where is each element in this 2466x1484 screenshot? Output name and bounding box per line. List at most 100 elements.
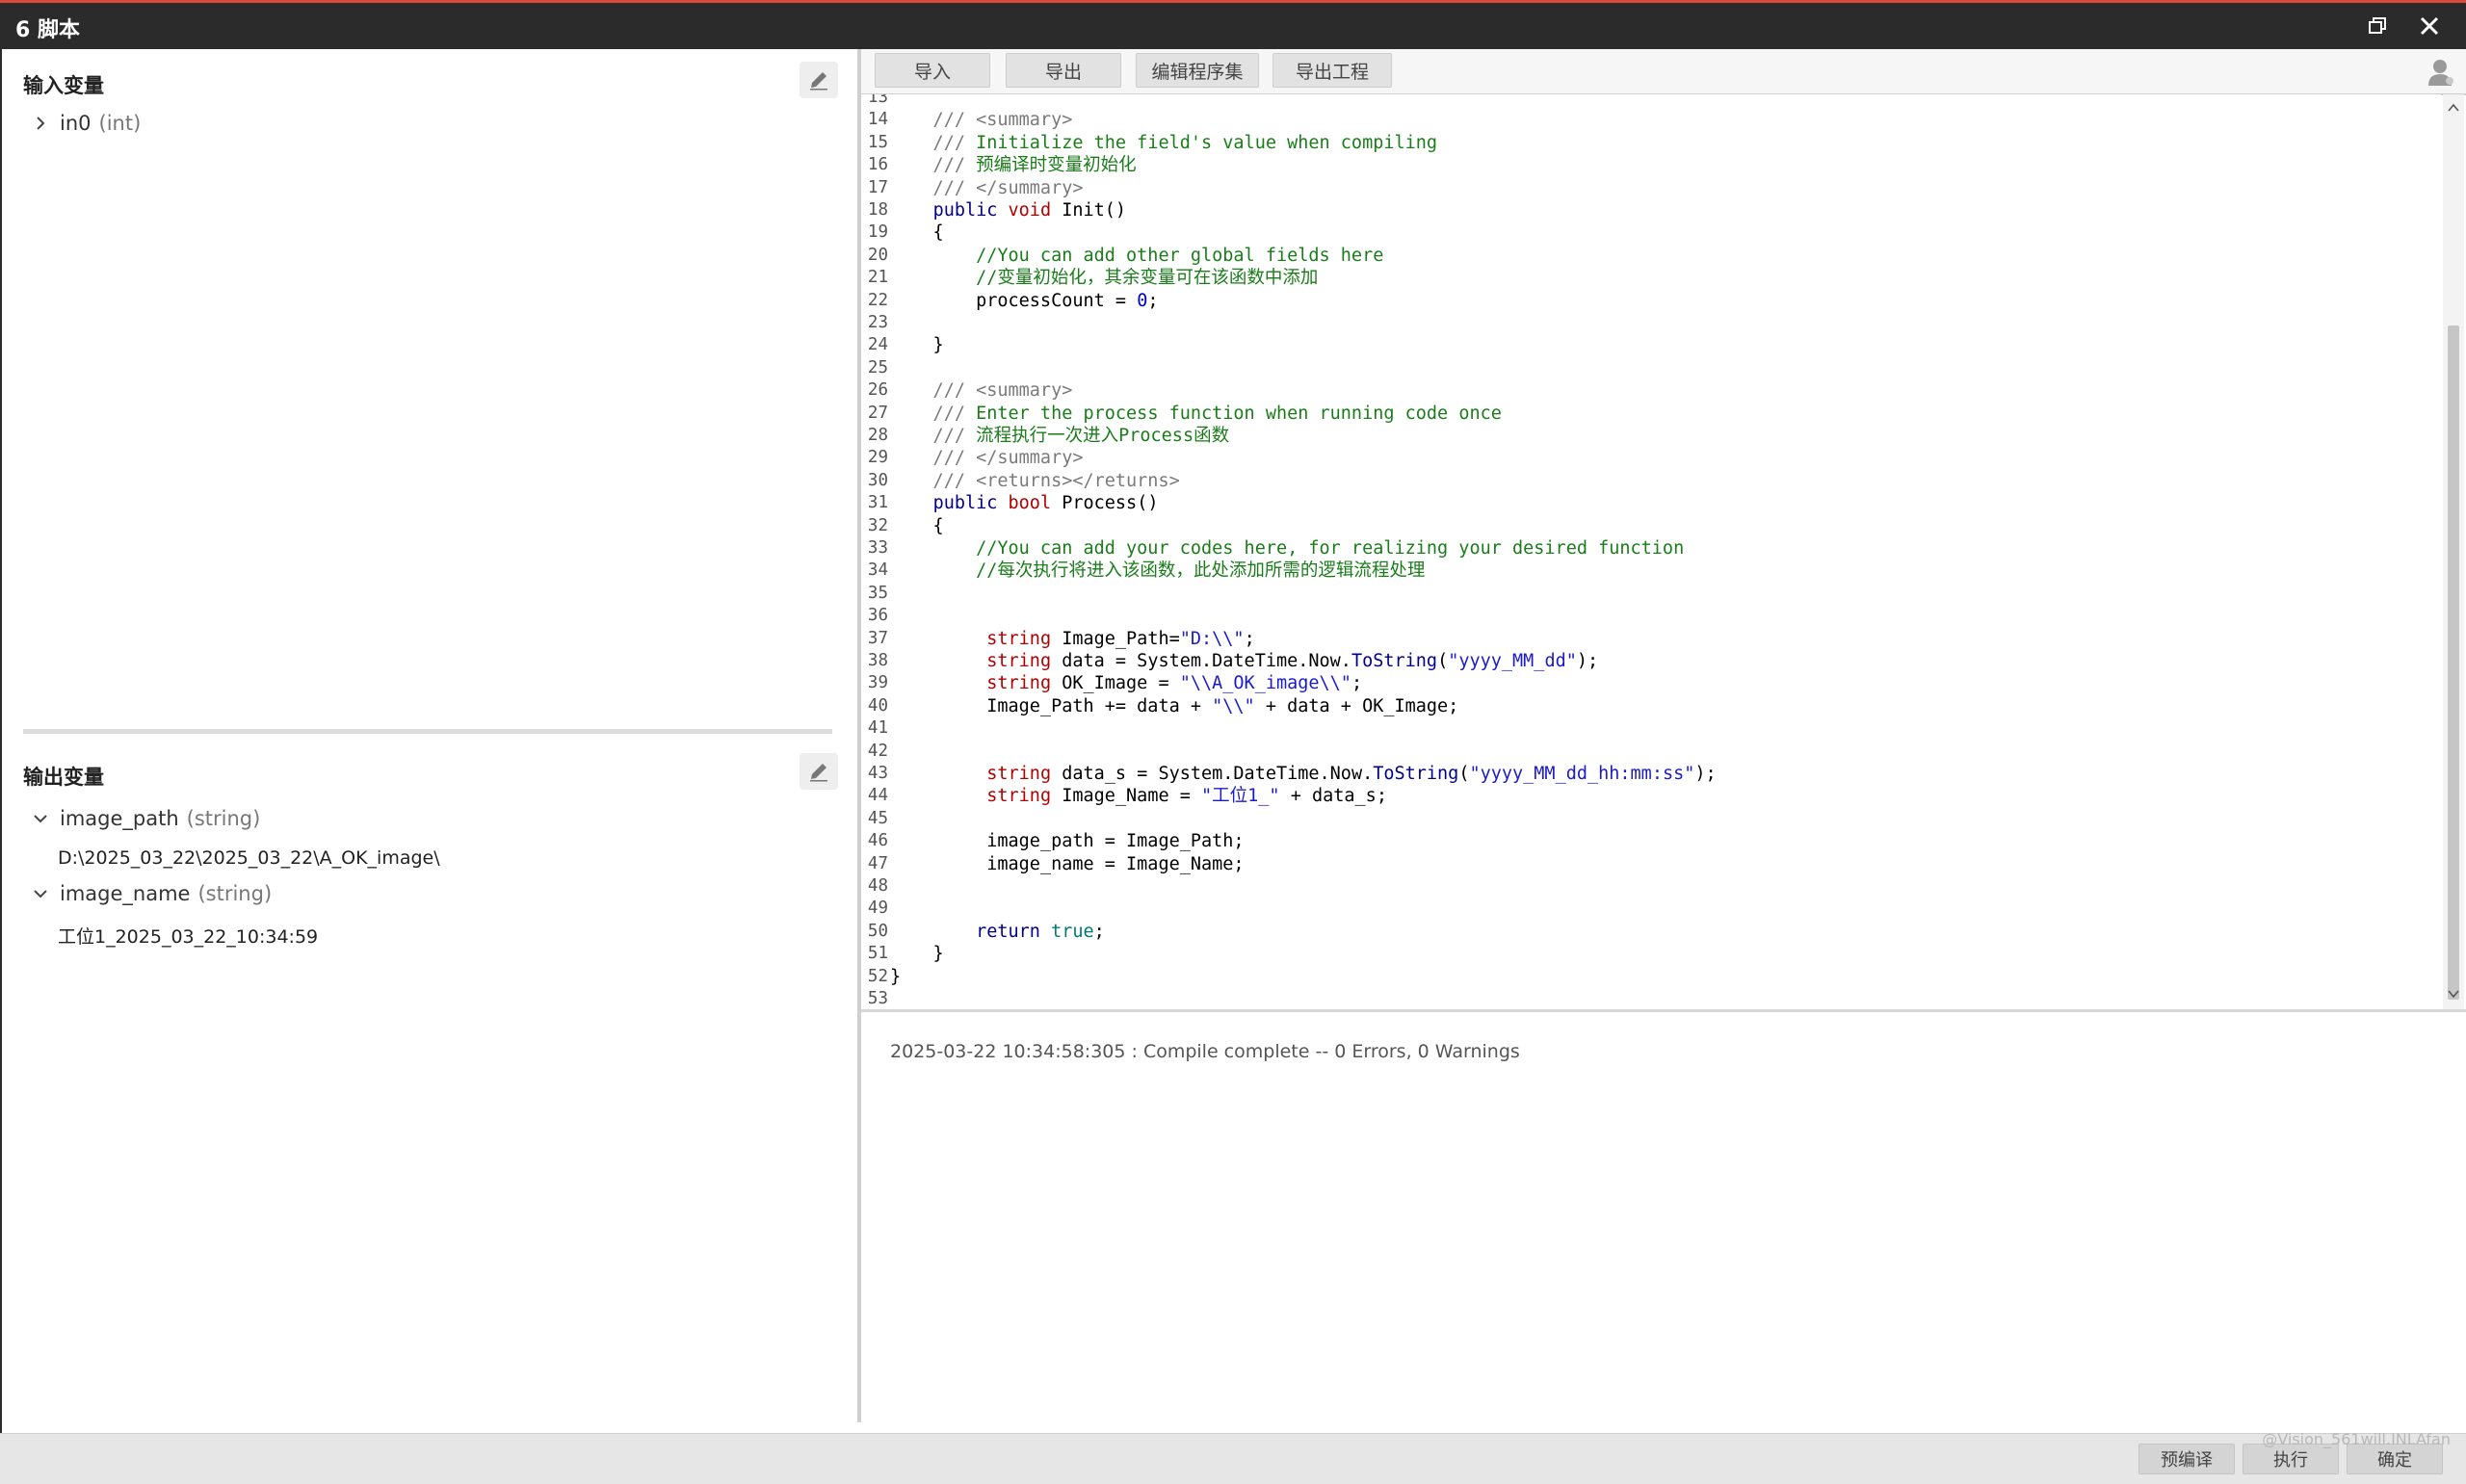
import-button[interactable]: 导入 bbox=[875, 53, 990, 88]
code-line[interactable]: 27 /// Enter the process function when r… bbox=[861, 403, 2441, 425]
code-line[interactable]: 24 } bbox=[861, 334, 2441, 356]
code-text: { bbox=[890, 221, 944, 244]
code-line[interactable]: 36 bbox=[861, 605, 2441, 627]
code-token: ; bbox=[1147, 290, 1159, 311]
line-number: 46 bbox=[867, 831, 888, 851]
code-line[interactable]: 34 //每次执行将进入该函数，此处添加所需的逻辑流程处理 bbox=[861, 560, 2441, 582]
code-line[interactable]: 39 string OK_Image = "\\A_OK_image\\"; bbox=[861, 672, 2441, 694]
code-line[interactable]: 32 { bbox=[861, 515, 2441, 537]
code-text: processCount = 0; bbox=[890, 290, 1158, 312]
code-line[interactable]: 43 string data_s = System.DateTime.Now.T… bbox=[861, 763, 2441, 785]
edit-input-variables-button[interactable] bbox=[800, 62, 838, 98]
code-line[interactable]: 26 /// <summary> bbox=[861, 379, 2441, 402]
code-editor[interactable]: 13 14 /// <summary> 15 /// Initialize the … bbox=[861, 94, 2441, 1009]
code-line[interactable]: 15 /// Initialize the field's value when… bbox=[861, 132, 2441, 154]
scroll-down-icon[interactable] bbox=[2446, 986, 2461, 1002]
code-line[interactable]: 16 /// 预编译时变量初始化 bbox=[861, 154, 2441, 176]
panel-splitter[interactable] bbox=[23, 729, 832, 734]
code-line[interactable]: 50 return true; bbox=[861, 921, 2441, 943]
scrollbar-thumb[interactable] bbox=[2448, 325, 2459, 1000]
export-project-button[interactable]: 导出工程 bbox=[1272, 53, 1392, 88]
close-icon[interactable] bbox=[2416, 13, 2443, 39]
code-line[interactable]: 47 image_name = Image_Name; bbox=[861, 853, 2441, 875]
code-line[interactable]: 23 bbox=[861, 312, 2441, 334]
line-number: 36 bbox=[867, 606, 888, 626]
code-token: bool bbox=[1008, 493, 1052, 514]
code-text: /// <summary> bbox=[890, 109, 1073, 131]
editor-scrollbar[interactable] bbox=[2443, 94, 2464, 1009]
output-variable-image-name[interactable]: image_name (string) bbox=[31, 882, 272, 905]
code-line[interactable]: 44 string Image_Name = "工位1_" + data_s; bbox=[861, 785, 2441, 807]
output-variable-image-path[interactable]: image_path (string) bbox=[31, 807, 260, 830]
edit-assembly-button[interactable]: 编辑程序集 bbox=[1136, 53, 1259, 88]
code-line[interactable]: 13 bbox=[861, 94, 2441, 109]
input-variable-in0[interactable]: in0 (int) bbox=[31, 112, 141, 135]
code-text: string OK_Image = "\\A_OK_image\\"; bbox=[890, 672, 1362, 694]
scroll-up-icon[interactable] bbox=[2446, 100, 2461, 116]
code-token: "D:\\" bbox=[1179, 628, 1245, 649]
code-line[interactable]: 14 /// <summary> bbox=[861, 109, 2441, 131]
code-line[interactable]: 17 /// </summary> bbox=[861, 177, 2441, 199]
code-line[interactable]: 28 /// 流程执行一次进入Process函数 bbox=[861, 425, 2441, 447]
code-token: /// bbox=[890, 155, 977, 176]
code-line[interactable]: 25 bbox=[861, 357, 2441, 379]
code-line[interactable]: 45 bbox=[861, 808, 2441, 830]
code-line[interactable]: 21 //变量初始化，其余变量可在该函数中添加 bbox=[861, 267, 2441, 289]
code-line[interactable]: 29 /// </summary> bbox=[861, 447, 2441, 469]
code-token: 流程执行一次进入Process函数 bbox=[976, 426, 1230, 446]
line-number: 52 bbox=[867, 966, 888, 986]
line-number: 24 bbox=[867, 335, 888, 355]
code-line[interactable]: 51 } bbox=[861, 943, 2441, 965]
code-line[interactable]: 49 bbox=[861, 898, 2441, 920]
code-token: 0 bbox=[1137, 290, 1148, 311]
output-variables-title: 输出变量 bbox=[23, 766, 104, 789]
code-line[interactable]: 48 bbox=[861, 875, 2441, 898]
code-line[interactable]: 40 Image_Path += data + "\\" + data + OK… bbox=[861, 695, 2441, 717]
user-icon[interactable] bbox=[2426, 57, 2456, 88]
code-line[interactable]: 53 bbox=[861, 988, 2441, 1009]
chevron-right-icon[interactable] bbox=[31, 114, 50, 133]
code-token: + data + OK_Image; bbox=[1254, 695, 1459, 716]
code-token: ); bbox=[1694, 764, 1717, 784]
code-line[interactable]: 31 public bool Process() bbox=[861, 492, 2441, 514]
pencil-icon bbox=[810, 72, 827, 91]
chevron-down-icon[interactable] bbox=[31, 809, 50, 828]
line-number: 41 bbox=[867, 718, 888, 739]
code-token: } bbox=[890, 335, 944, 356]
precompile-button[interactable]: 预编译 bbox=[2138, 1444, 2235, 1474]
line-number: 42 bbox=[867, 741, 888, 761]
code-line[interactable]: 19 { bbox=[861, 221, 2441, 244]
code-line[interactable]: 22 processCount = 0; bbox=[861, 290, 2441, 312]
code-token: processCount = bbox=[890, 290, 1138, 311]
code-line[interactable]: 52} bbox=[861, 966, 2441, 988]
code-line[interactable]: 35 bbox=[861, 583, 2441, 605]
code-line[interactable]: 37 string Image_Path="D:\\"; bbox=[861, 628, 2441, 650]
code-line[interactable]: 41 bbox=[861, 717, 2441, 740]
code-token: "yyyy_MM_dd_hh:mm:ss" bbox=[1469, 764, 1695, 784]
code-line[interactable]: 46 image_path = Image_Path; bbox=[861, 830, 2441, 852]
line-number: 22 bbox=[867, 290, 888, 310]
bottom-bar: 预编译 执行 确定 bbox=[0, 1433, 2466, 1484]
code-text: return true; bbox=[890, 921, 1105, 943]
line-number: 28 bbox=[867, 426, 888, 445]
line-number: 19 bbox=[867, 222, 888, 243]
line-number: 30 bbox=[867, 470, 888, 490]
code-line[interactable]: 38 string data = System.DateTime.Now.ToS… bbox=[861, 650, 2441, 672]
code-line[interactable]: 20 //You can add other global fields her… bbox=[861, 245, 2441, 267]
code-token: string bbox=[986, 673, 1052, 694]
line-number: 40 bbox=[867, 695, 888, 716]
edit-output-variables-button[interactable] bbox=[800, 753, 838, 790]
code-token: //每次执行将进入该函数，此处添加所需的逻辑流程处理 bbox=[890, 560, 1426, 582]
code-line[interactable]: 33 //You can add your codes here, for re… bbox=[861, 537, 2441, 560]
code-line[interactable]: 30 /// <returns></returns> bbox=[861, 470, 2441, 492]
code-line[interactable]: 42 bbox=[861, 741, 2441, 763]
export-button[interactable]: 导出 bbox=[1006, 53, 1121, 88]
code-token: //You can add your codes here, for reali… bbox=[890, 538, 1685, 559]
restore-window-icon[interactable] bbox=[2364, 13, 2391, 39]
code-line[interactable]: 18 public void Init() bbox=[861, 199, 2441, 221]
chevron-down-icon[interactable] bbox=[31, 884, 50, 903]
